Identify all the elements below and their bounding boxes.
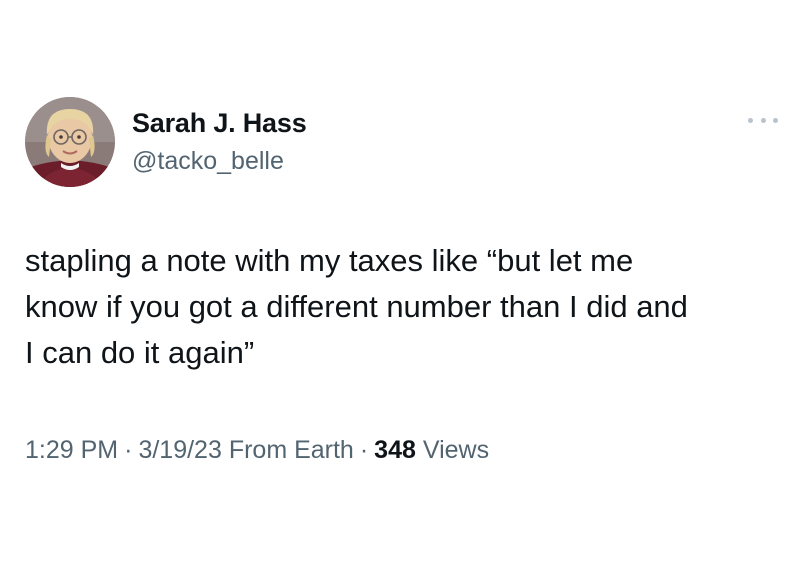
tweet-meta: 1:29 PM · 3/19/23 From Earth · 348 Views	[25, 436, 489, 465]
views-count[interactable]: 348	[374, 436, 416, 464]
views-label: Views	[422, 436, 490, 464]
more-options-icon[interactable]	[748, 110, 778, 130]
child-with-glasses-avatar-icon	[25, 97, 115, 187]
tweet-text: stapling a note with my taxes like “but …	[25, 243, 688, 370]
tweet-date[interactable]: 3/19/23	[138, 436, 221, 464]
tweet-time[interactable]: 1:29 PM	[25, 436, 118, 464]
author-display-name[interactable]: Sarah J. Hass	[132, 108, 307, 139]
tweet-source: From Earth	[228, 436, 354, 464]
author-avatar[interactable]	[25, 97, 115, 187]
more-dot	[748, 117, 753, 123]
meta-separator: ·	[359, 436, 369, 464]
tweet-card: Sarah J. Hass @tacko_belle stapling a no…	[0, 0, 800, 575]
more-dot	[773, 117, 778, 123]
meta-separator: ·	[124, 436, 133, 464]
author-handle[interactable]: @tacko_belle	[132, 147, 284, 176]
more-dot	[760, 117, 766, 123]
